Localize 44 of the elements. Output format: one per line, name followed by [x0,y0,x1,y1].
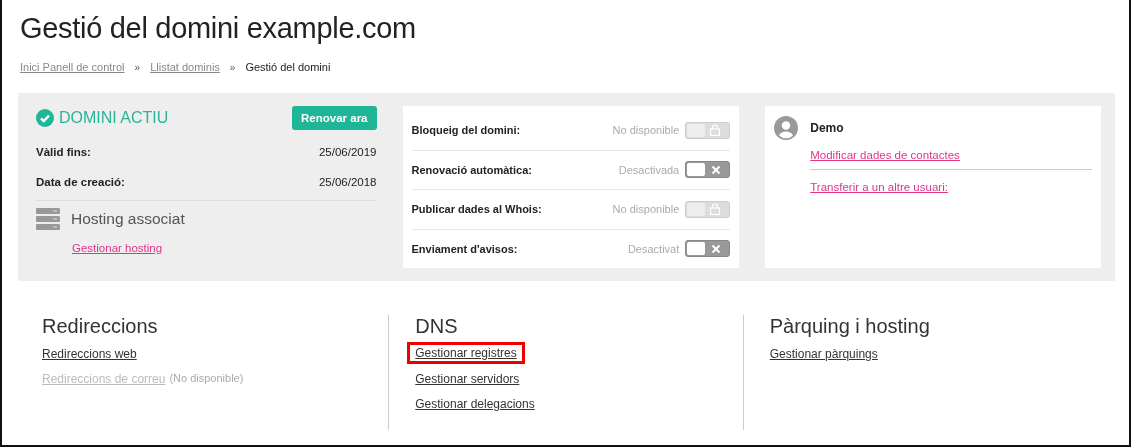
server-icon [36,208,60,230]
hosting-title: Hosting associat [71,210,185,228]
lock-icon [709,203,722,216]
setting-label: Bloqueig del domini: [411,124,522,137]
close-icon [711,243,722,254]
setting-status: Desactivat [627,242,680,255]
availability-note: (No disponible) [169,372,244,384]
section-link[interactable]: Gestionar registres [415,346,517,360]
field-label: Vàlid fins: [36,145,91,158]
field-label: Data de creació: [36,175,125,188]
contact-name: Demo [810,121,844,135]
close-icon [711,164,722,175]
contact-link[interactable]: Modificar dades de contactes [810,149,1092,161]
section-title: Redireccions [42,315,159,338]
section-link[interactable]: Gestionar pàrquings [769,347,878,361]
setting-status: No disponible [612,203,680,216]
breadcrumb-current: Gestió del domini [245,61,331,73]
field-value: 25/06/2019 [318,145,377,158]
field-value: 25/06/2018 [318,175,377,188]
setting-status: Desactivada [618,163,680,176]
lock-icon [709,124,722,137]
contact-link[interactable]: Transferir a un altre usuari: [810,181,1092,193]
setting-label: Renovació automàtica: [411,163,533,176]
disabled-link: Redireccions de correu [42,372,166,386]
status-label: DOMINI ACTIU [59,109,169,127]
page-title: Gestió del domini example.com [20,12,417,46]
user-avatar-icon [774,116,799,140]
setting-label: Enviament d'avisos: [411,242,519,255]
setting-status: No disponible [612,124,680,137]
section-title: Pàrquing i hosting [769,315,931,338]
hosting-link[interactable]: Gestionar hosting [72,242,163,254]
breadcrumb-separator: » [134,61,141,73]
section-link[interactable]: Redireccions web [42,347,137,361]
section-link[interactable]: Gestionar servidors [415,372,520,386]
toggle-switch[interactable] [685,161,731,179]
check-circle-icon [36,109,54,127]
section-link[interactable]: Gestionar delegacions [415,397,535,411]
breadcrumb-link[interactable]: Llistat dominis [150,61,220,73]
breadcrumb-link[interactable]: Inici Panell de control [20,61,125,73]
section-title: DNS [415,315,459,338]
setting-label: Publicar dades al Whois: [411,203,543,216]
renew-button[interactable]: Renovar ara [292,106,377,130]
breadcrumb-separator: » [229,61,236,73]
toggle-switch[interactable] [685,240,731,258]
